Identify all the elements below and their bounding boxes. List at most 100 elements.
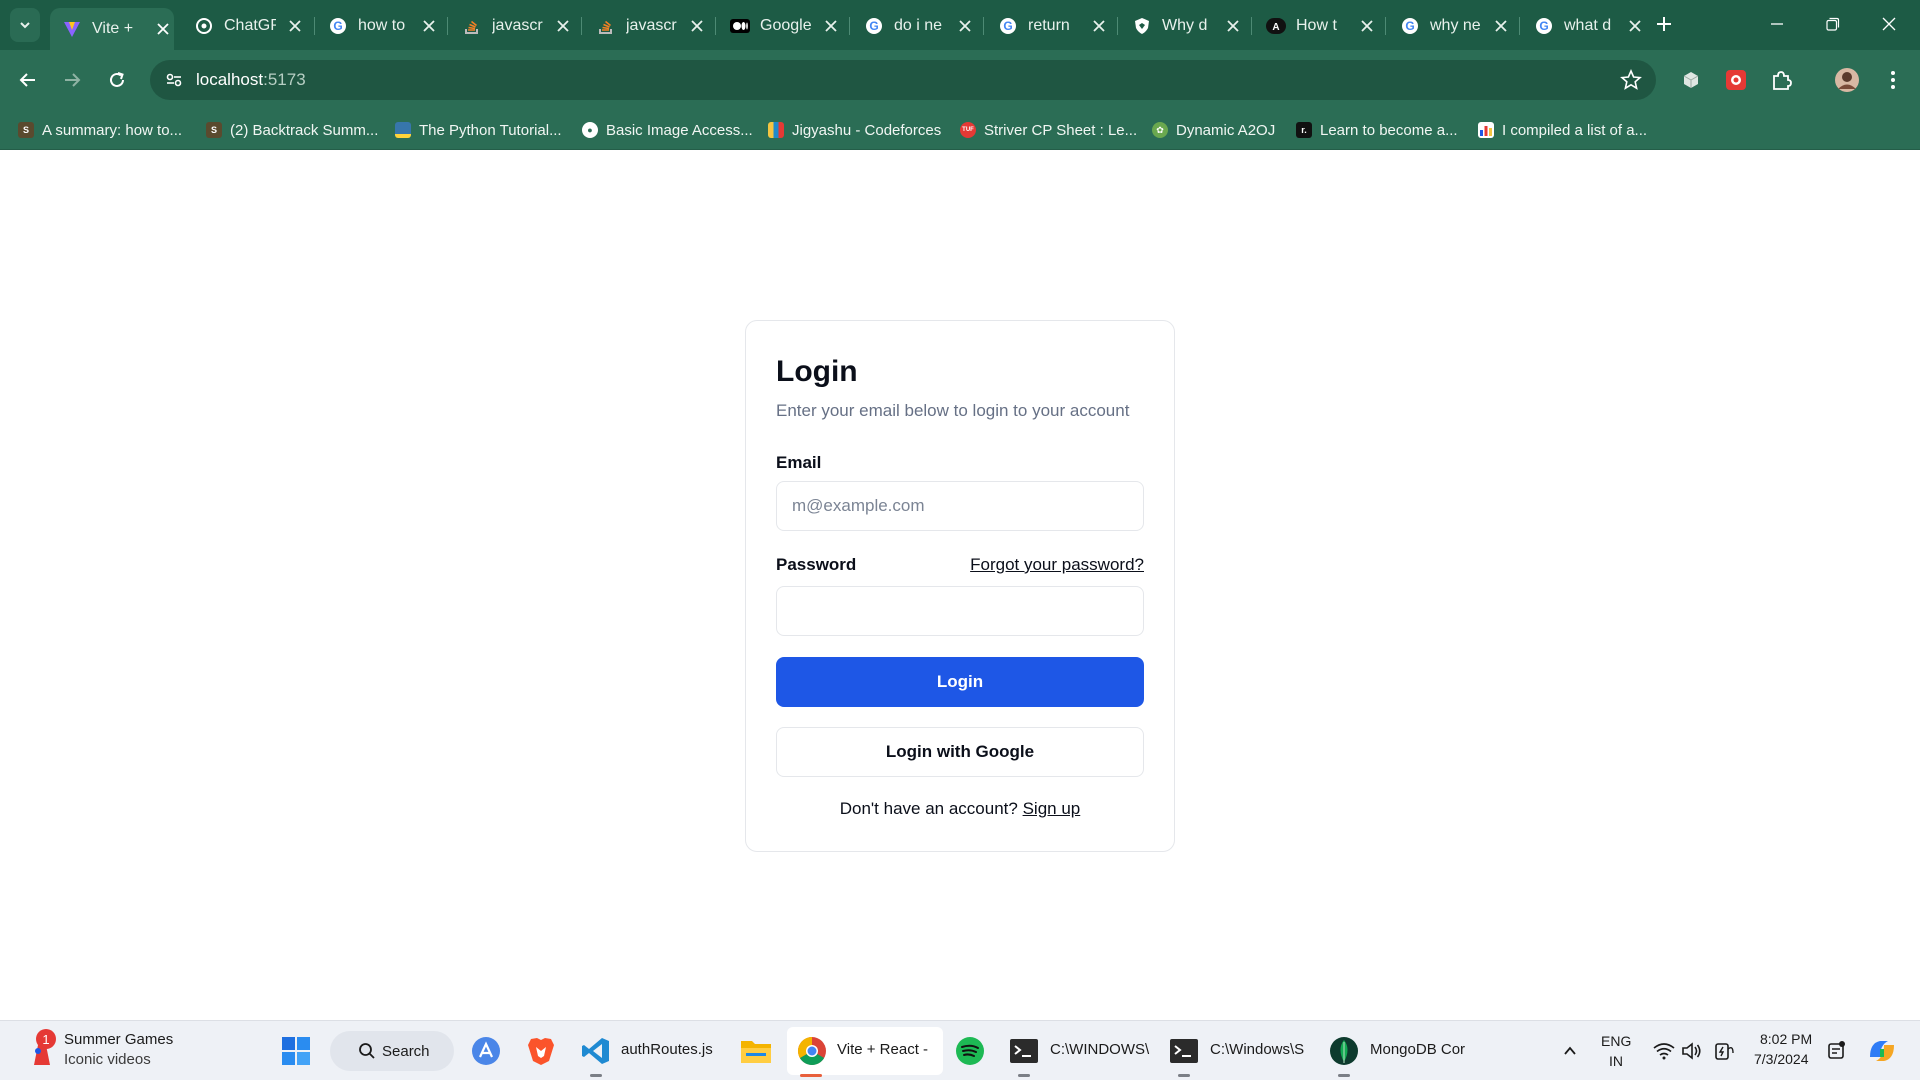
bookmark-item[interactable]: ✿ Dynamic A2OJ <box>1152 118 1275 142</box>
signup-link[interactable]: Sign up <box>1023 799 1081 818</box>
tab-shield[interactable]: Why d <box>1120 8 1244 44</box>
profile-avatar[interactable] <box>1832 65 1862 95</box>
svg-text:G: G <box>333 19 342 33</box>
running-indicator <box>1338 1074 1350 1077</box>
taskbar-spotify[interactable] <box>952 1033 988 1069</box>
login-with-google-button[interactable]: Login with Google <box>776 727 1144 777</box>
clock-date[interactable]: 7/3/2024 <box>1754 1051 1809 1067</box>
tab-google-2[interactable]: G do i ne <box>852 8 976 44</box>
extensions-puzzle-icon[interactable] <box>1766 65 1796 95</box>
extension-cube-icon[interactable] <box>1676 65 1706 95</box>
close-tab-icon[interactable] <box>420 17 438 35</box>
close-tab-icon[interactable] <box>1224 17 1242 35</box>
taskbar-chrome[interactable] <box>794 1033 830 1069</box>
taskbar-brave[interactable] <box>523 1033 559 1069</box>
restore-button[interactable] <box>1810 8 1856 40</box>
tab-chatgpt[interactable]: ChatGPT <box>182 8 306 44</box>
bookmark-item[interactable]: ● Basic Image Access... <box>582 118 753 142</box>
clock-time[interactable]: 8:02 PM <box>1760 1031 1812 1047</box>
start-button[interactable] <box>278 1033 314 1069</box>
tab-stackoverflow-2[interactable]: javascr <box>584 8 708 44</box>
tab-google-3[interactable]: G return <box>986 8 1110 44</box>
notifications-icon[interactable] <box>1818 1033 1854 1069</box>
close-tab-icon[interactable] <box>554 17 572 35</box>
close-tab-icon[interactable] <box>1492 17 1510 35</box>
taskbar-app-label[interactable]: C:\WINDOWS\ <box>1050 1041 1149 1058</box>
tab-stackoverflow-1[interactable]: javascr <box>450 8 574 44</box>
taskbar-terminal-1[interactable] <box>1006 1033 1042 1069</box>
taskbar-app-label[interactable]: C:\Windows\S <box>1210 1041 1304 1058</box>
taskbar-app-label[interactable]: Vite + React - <box>837 1041 928 1058</box>
angular-icon: A <box>1266 16 1286 36</box>
minimize-button[interactable] <box>1754 8 1800 40</box>
site-info-icon[interactable] <box>164 70 184 90</box>
taskbar-file-explorer[interactable] <box>738 1033 774 1069</box>
tab-vite[interactable]: Vite + <box>50 8 174 50</box>
tab-google-1[interactable]: G how to <box>316 8 440 44</box>
vite-icon <box>62 19 82 39</box>
tab-medium[interactable]: Google <box>718 8 842 44</box>
taskbar-app-label[interactable]: MongoDB Cor <box>1370 1041 1465 1058</box>
close-tab-icon[interactable] <box>286 17 304 35</box>
forward-button[interactable] <box>56 64 88 96</box>
forgot-password-link[interactable]: Forgot your password? <box>970 555 1144 575</box>
windows-taskbar: 1 Summer Games Iconic videos Search auth… <box>0 1020 1920 1080</box>
bookmark-item[interactable]: S A summary: how to... <box>18 118 182 142</box>
taskbar-search[interactable]: Search <box>330 1031 454 1071</box>
tab-title: Why d <box>1162 17 1208 34</box>
close-window-button[interactable] <box>1866 8 1912 40</box>
email-input[interactable] <box>776 481 1144 531</box>
new-tab-button[interactable] <box>1650 10 1678 38</box>
minimize-icon <box>1771 23 1783 25</box>
browser-menu-button[interactable] <box>1878 65 1908 95</box>
tab-google-4[interactable]: G why ne <box>1388 8 1512 44</box>
running-indicator <box>1018 1074 1030 1077</box>
tab-search-button[interactable] <box>10 8 40 42</box>
volume-icon[interactable] <box>1674 1033 1710 1069</box>
address-bar[interactable]: localhost:5173 <box>150 60 1656 100</box>
taskbar-app-store[interactable] <box>468 1033 504 1069</box>
battery-icon[interactable] <box>1706 1033 1742 1069</box>
bookmark-item[interactable]: r. Learn to become a... <box>1296 118 1458 142</box>
bookmark-item[interactable]: I compiled a list of a... <box>1478 118 1647 142</box>
tab-angular[interactable]: A How t <box>1254 8 1378 44</box>
bookmark-label: The Python Tutorial... <box>419 121 562 139</box>
stackoverflow-icon: S <box>206 122 222 138</box>
svg-text:G: G <box>869 19 878 33</box>
bookmark-item[interactable]: Jigyashu - Codeforces <box>768 118 941 142</box>
close-tab-icon[interactable] <box>1090 17 1108 35</box>
widget-title[interactable]: Summer Games <box>64 1031 173 1048</box>
extension-red-icon[interactable] <box>1721 65 1751 95</box>
language-bottom[interactable]: IN <box>1609 1053 1623 1069</box>
bookmark-item[interactable]: S (2) Backtrack Summ... <box>206 118 378 142</box>
close-tab-icon[interactable] <box>1626 17 1644 35</box>
reload-button[interactable] <box>101 64 133 96</box>
spotify-icon <box>956 1037 984 1065</box>
taskbar-mongodb[interactable] <box>1326 1033 1362 1069</box>
running-indicator <box>1178 1074 1190 1077</box>
taskbar-app-label[interactable]: authRoutes.js <box>621 1041 713 1058</box>
copilot-icon[interactable] <box>1864 1033 1900 1069</box>
close-tab-icon[interactable] <box>1358 17 1376 35</box>
close-tab-icon[interactable] <box>956 17 974 35</box>
tab-separator <box>715 17 716 35</box>
taskbar-vscode[interactable] <box>578 1033 614 1069</box>
taskbar-terminal-2[interactable] <box>1166 1033 1202 1069</box>
show-hidden-icons-button[interactable] <box>1552 1033 1588 1069</box>
medium-icon <box>730 16 750 36</box>
email-label: Email <box>776 453 822 472</box>
password-input[interactable] <box>776 586 1144 636</box>
active-indicator <box>800 1074 822 1077</box>
bookmark-item[interactable]: The Python Tutorial... <box>395 118 562 142</box>
bookmark-label: Jigyashu - Codeforces <box>792 121 942 139</box>
back-button[interactable] <box>12 64 44 96</box>
login-button[interactable]: Login <box>776 657 1144 707</box>
close-tab-icon[interactable] <box>154 20 172 38</box>
close-tab-icon[interactable] <box>822 17 840 35</box>
tab-google-5[interactable]: G what d <box>1522 8 1646 44</box>
widget-subtitle[interactable]: Iconic videos <box>64 1051 151 1068</box>
close-tab-icon[interactable] <box>688 17 706 35</box>
bookmark-star-icon[interactable] <box>1620 69 1642 91</box>
language-top[interactable]: ENG <box>1601 1033 1631 1049</box>
bookmark-item[interactable]: TUF Striver CP Sheet : Le... <box>960 118 1137 142</box>
